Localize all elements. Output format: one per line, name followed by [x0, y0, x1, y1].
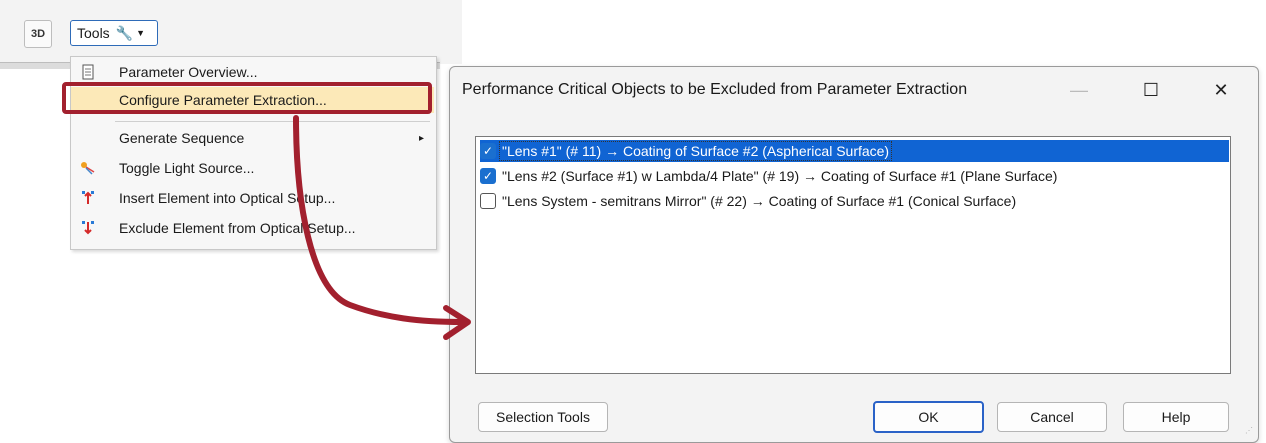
- chevron-down-icon: ▼: [136, 28, 146, 38]
- ok-label: OK: [918, 409, 939, 425]
- exclusion-dialog: Performance Critical Objects to be Exclu…: [449, 66, 1259, 443]
- list-item-text: "Lens #2 (Surface #1) w Lambda/4 Plate" …: [502, 168, 1058, 184]
- minimize-icon: —: [1070, 79, 1088, 100]
- document-icon: [82, 64, 94, 80]
- checkbox-checked[interactable]: ✓: [480, 168, 496, 184]
- cancel-label: Cancel: [1030, 409, 1074, 425]
- help-label: Help: [1161, 409, 1191, 425]
- cancel-button[interactable]: Cancel: [997, 402, 1107, 432]
- tools-label: Tools: [77, 25, 110, 41]
- menu-highlight-frame: [62, 82, 432, 114]
- menu-item-insert-element[interactable]: Insert Element into Optical Setup...: [71, 185, 434, 211]
- menu-item-toggle-light-source[interactable]: Toggle Light Source...: [71, 155, 434, 181]
- 3d-view-label: 3D: [30, 28, 46, 40]
- menu-item-label: Generate Sequence: [119, 130, 245, 146]
- checkbox-checked[interactable]: ✓: [480, 143, 496, 159]
- exclude-element-icon: [82, 221, 94, 235]
- resize-grip-icon[interactable]: ⋰: [1245, 427, 1255, 439]
- menu-item-label: Insert Element into Optical Setup...: [119, 190, 336, 206]
- help-button[interactable]: Help: [1123, 402, 1229, 432]
- toolbar: 3D Tools 🔧 ▼: [0, 0, 462, 69]
- list-item[interactable]: ✓ "Lens #2 (Surface #1) w Lambda/4 Plate…: [480, 165, 1059, 187]
- ok-button[interactable]: OK: [873, 401, 984, 433]
- light-source-icon: [81, 162, 95, 175]
- tools-dropdown-button[interactable]: Tools 🔧 ▼: [70, 20, 158, 46]
- selection-tools-label: Selection Tools: [496, 409, 590, 425]
- menu-item-label: Parameter Overview...: [119, 64, 258, 80]
- 3d-view-button[interactable]: 3D: [24, 20, 52, 48]
- list-item-text: "Lens System - semitrans Mirror" (# 22) …: [502, 193, 1017, 209]
- dialog-title: Performance Critical Objects to be Exclu…: [462, 81, 968, 98]
- menu-separator: [115, 121, 430, 122]
- submenu-arrow-icon: ▸: [418, 132, 424, 144]
- selection-tools-button[interactable]: Selection Tools: [478, 402, 608, 432]
- tools-wrench-icon: 🔧: [115, 24, 134, 41]
- close-button[interactable]: ✕: [1206, 77, 1236, 103]
- maximize-button[interactable]: ☐: [1136, 77, 1166, 103]
- menu-item-generate-sequence[interactable]: Generate Sequence ▸: [71, 125, 434, 151]
- checkbox-unchecked[interactable]: [480, 193, 496, 209]
- list-item-text: "Lens #1" (# 11) → Coating of Surface #2…: [498, 141, 893, 161]
- insert-element-icon: [82, 191, 94, 204]
- menu-item-exclude-element[interactable]: Exclude Element from Optical Setup...: [71, 215, 434, 241]
- list-item[interactable]: "Lens System - semitrans Mirror" (# 22) …: [480, 190, 1018, 212]
- list-item[interactable]: ✓ "Lens #1" (# 11) → Coating of Surface …: [480, 140, 1229, 162]
- excluded-objects-list[interactable]: ✓ "Lens #1" (# 11) → Coating of Surface …: [475, 136, 1231, 374]
- menu-item-label: Toggle Light Source...: [119, 160, 255, 176]
- menu-item-label: Exclude Element from Optical Setup...: [119, 220, 356, 236]
